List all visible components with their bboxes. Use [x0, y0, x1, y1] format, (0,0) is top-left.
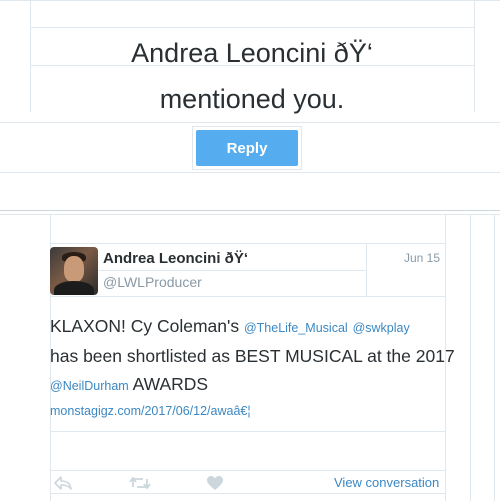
tweet-text-part: has been shortlisted as BEST MUSICAL at … [50, 346, 455, 366]
reply-icon [54, 476, 72, 490]
avatar-shoulder [54, 281, 94, 295]
author-handle[interactable]: @LWLProducer [103, 274, 202, 290]
divider [470, 214, 471, 501]
tweet-text-part: AWARDS [128, 374, 209, 394]
author-name[interactable]: Andrea Leoncini ðŸ‘ [103, 250, 248, 267]
divider [50, 470, 445, 471]
notification-action: mentioned you. [159, 84, 345, 114]
reply-button-frame: Reply [192, 126, 302, 170]
mention-link[interactable]: @TheLife_Musical [244, 321, 348, 335]
avatar-face [64, 256, 84, 282]
divider [50, 243, 445, 244]
mention-link[interactable]: @NeilDurham [50, 379, 129, 393]
heart-icon [207, 476, 223, 490]
divider [494, 214, 495, 501]
tweet-date[interactable]: Jun 15 [404, 251, 440, 265]
view-conversation-link[interactable]: View conversation [334, 475, 439, 490]
divider [366, 243, 367, 296]
mention-link[interactable]: @swkplay [353, 321, 410, 335]
reply-button[interactable]: Reply [196, 130, 298, 166]
divider [474, 0, 475, 112]
notification-actor: Andrea Leoncini ðŸ‘ [131, 38, 373, 68]
reply-action[interactable] [52, 472, 74, 494]
avatar[interactable] [50, 247, 98, 295]
divider [0, 214, 500, 215]
divider [50, 493, 445, 494]
divider [98, 270, 366, 271]
divider [0, 172, 500, 173]
divider [0, 122, 500, 123]
divider [0, 210, 500, 211]
retweet-action[interactable] [128, 472, 152, 494]
notification-headline: Andrea Leoncini ðŸ‘ mentioned you. [30, 30, 474, 122]
tweet-url-link[interactable]: monstagigz.com/2017/06/12/awaâ€¦ [50, 404, 251, 418]
like-action[interactable] [204, 472, 226, 494]
tweet-text: KLAXON! Cy Coleman's @TheLife_Musical @s… [50, 312, 470, 400]
divider [0, 0, 500, 1]
divider [30, 27, 474, 28]
divider [50, 431, 445, 432]
retweet-icon [129, 476, 151, 490]
tweet-text-part: KLAXON! Cy Coleman's [50, 316, 244, 336]
divider [50, 296, 445, 297]
